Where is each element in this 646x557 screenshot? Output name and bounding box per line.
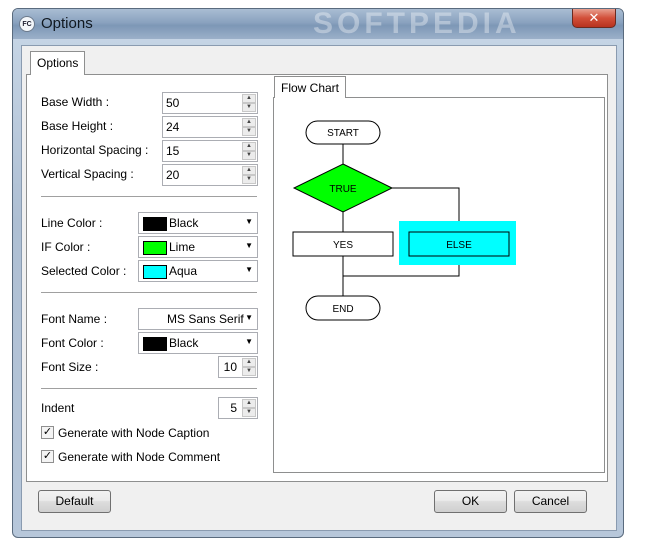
font-size-value: 10 [223,360,237,374]
vertical-spacing-label: Vertical Spacing : [41,167,134,181]
ok-button[interactable]: OK [434,490,507,513]
separator [41,388,257,390]
title-bar[interactable]: FC Options SOFTPEDIA ✕ [13,8,623,40]
app-icon[interactable]: FC [19,16,35,32]
vertical-spacing-stepper[interactable]: 20 ▲ ▼ [162,164,258,186]
horizontal-spacing-label: Horizontal Spacing : [41,143,149,157]
font-name-value: MS Sans Serif [167,312,244,326]
selected-color-select[interactable]: Aqua ▼ [138,260,258,282]
indent-down-icon[interactable]: ▼ [242,408,256,417]
close-icon: ✕ [588,10,600,25]
flow-label-decision: TRUE [329,184,357,195]
base-width-stepper[interactable]: 50 ▲ ▼ [162,92,258,114]
flow-label-end: END [332,304,353,315]
chevron-down-icon: ▼ [245,265,253,274]
base-height-stepper[interactable]: 24 ▲ ▼ [162,116,258,138]
font-size-down-icon[interactable]: ▼ [242,367,256,376]
flow-chart-lines [342,144,460,296]
watermark: SOFTPEDIA [313,8,521,40]
font-color-label: Font Color : [41,336,104,350]
chevron-down-icon: ▼ [245,337,253,346]
selected-color-value: Aqua [169,264,198,278]
horizontal-spacing-down-icon[interactable]: ▼ [242,151,256,160]
horizontal-spacing-value: 15 [166,144,180,158]
line-decision-else [392,187,460,224]
selected-color-swatch [143,265,167,279]
base-width-up-icon[interactable]: ▲ [242,94,256,103]
window-title: Options [41,15,93,32]
flow-chart-canvas: START TRUE YES ELSE END [292,120,516,321]
base-height-down-icon[interactable]: ▼ [242,127,256,136]
node-comment-checkbox[interactable]: ✓ [41,450,54,463]
options-panel: Base Width : 50 ▲ ▼ Base Height : 24 ▲ ▼ H… [26,74,608,482]
node-caption-checkbox[interactable]: ✓ [41,426,54,439]
indent-label: Indent [41,401,75,415]
vertical-spacing-up-icon[interactable]: ▲ [242,166,256,175]
if-color-select[interactable]: Lime ▼ [138,236,258,258]
if-color-label: IF Color : [41,240,91,254]
if-color-swatch [143,241,167,255]
selected-color-label: Selected Color : [41,264,127,278]
font-name-label: Font Name : [41,312,108,326]
base-height-label: Base Height : [41,119,114,133]
indent-stepper[interactable]: 5 ▲ ▼ [218,397,258,419]
chevron-down-icon: ▼ [245,241,253,250]
node-caption-label[interactable]: Generate with Node Caption [58,426,209,440]
font-size-up-icon[interactable]: ▲ [242,358,256,367]
font-color-swatch [143,337,167,351]
base-width-label: Base Width : [41,95,110,109]
separator [41,292,257,294]
cancel-button[interactable]: Cancel [514,490,587,513]
tab-flow-chart[interactable]: Flow Chart [274,76,347,98]
line-color-select[interactable]: Black ▼ [138,212,258,234]
close-button[interactable]: ✕ [572,9,616,28]
default-button[interactable]: Default [38,490,111,513]
font-size-label: Font Size : [41,360,99,374]
vertical-spacing-down-icon[interactable]: ▼ [242,175,256,184]
flow-chart-panel: START TRUE YES ELSE END [273,97,605,473]
base-width-down-icon[interactable]: ▼ [242,103,256,112]
flow-label-start: START [327,128,359,139]
font-color-value: Black [169,336,199,350]
indent-up-icon[interactable]: ▲ [242,399,256,408]
horizontal-spacing-up-icon[interactable]: ▲ [242,142,256,151]
base-width-value: 50 [166,96,180,110]
horizontal-spacing-stepper[interactable]: 15 ▲ ▼ [162,140,258,162]
dialog-client: Options Base Width : 50 ▲ ▼ Base Height :… [21,45,617,531]
line-color-label: Line Color : [41,216,103,230]
base-height-value: 24 [166,120,180,134]
indent-value: 5 [230,401,237,415]
chevron-down-icon: ▼ [245,313,253,322]
line-color-swatch [143,217,167,231]
font-size-stepper[interactable]: 10 ▲ ▼ [218,356,258,378]
font-name-select[interactable]: MS Sans Serif ▼ [138,308,258,330]
chevron-down-icon: ▼ [245,217,253,226]
vertical-spacing-value: 20 [166,168,180,182]
options-window: FC Options SOFTPEDIA ✕ Options Base Widt… [12,8,624,538]
base-height-up-icon[interactable]: ▲ [242,118,256,127]
node-comment-label[interactable]: Generate with Node Comment [58,450,220,464]
if-color-value: Lime [169,240,196,254]
separator [41,196,257,198]
font-color-select[interactable]: Black ▼ [138,332,258,354]
flow-label-else: ELSE [446,240,472,251]
tab-options[interactable]: Options [30,51,86,75]
line-color-value: Black [169,216,199,230]
flow-label-yes: YES [333,240,353,251]
